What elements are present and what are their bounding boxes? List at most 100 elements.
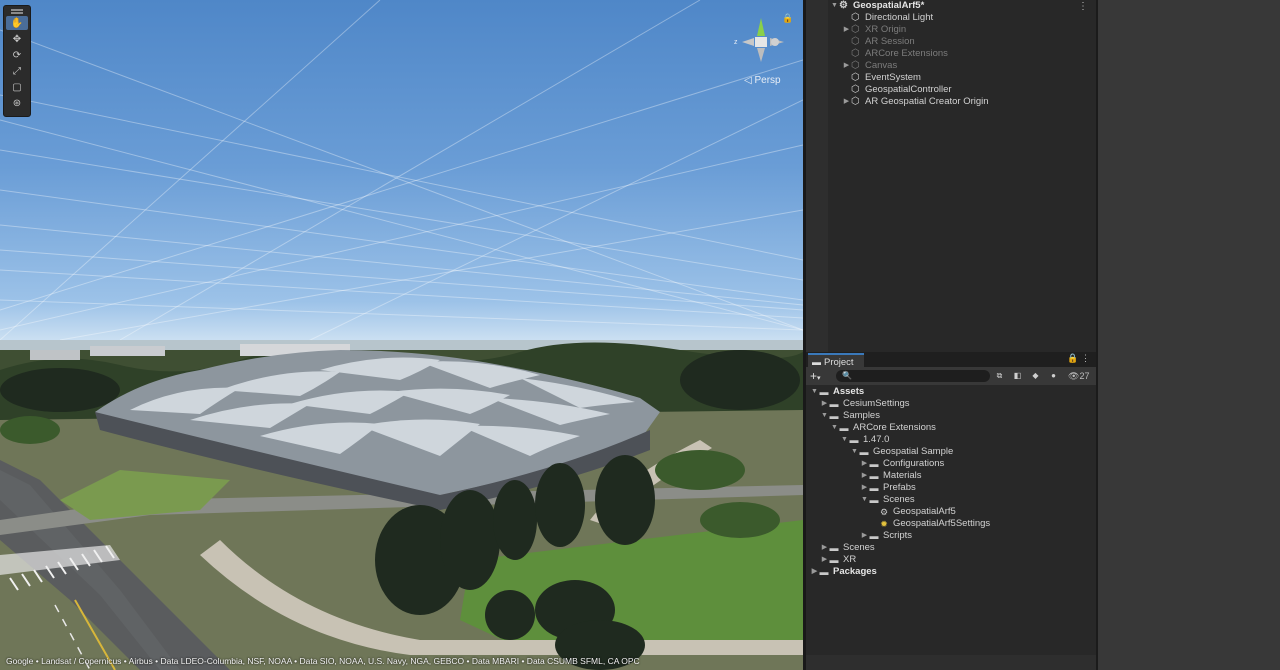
project-item-geospatialarf5-scene[interactable]: ⚙ GeospatialArf5 bbox=[870, 506, 956, 518]
project-item-configurations[interactable]: ▶ ▬ Configurations bbox=[860, 458, 944, 470]
project-item-prefabs[interactable]: ▶ ▬ Prefabs bbox=[860, 482, 916, 494]
transform-tool-button[interactable]: ⊛ bbox=[6, 96, 28, 110]
move-icon: ✥ bbox=[12, 33, 22, 45]
expand-arrow-icon[interactable]: ▶ bbox=[842, 60, 851, 72]
hierarchy-item-directional-light[interactable]: ⬡ Directional Light bbox=[842, 12, 933, 24]
hidden-packages-toggle[interactable]: 👁27 bbox=[1068, 370, 1089, 382]
expand-arrow-icon[interactable]: ▶ bbox=[860, 530, 869, 542]
project-item-packages[interactable]: ▶ ▬ Packages bbox=[810, 566, 877, 578]
expand-arrow-icon[interactable]: ▶ bbox=[860, 470, 869, 482]
lock-icon[interactable]: 🔒 bbox=[1067, 353, 1078, 363]
hierarchy-item-label: EventSystem bbox=[865, 72, 921, 83]
hand-icon: ✋ bbox=[10, 17, 24, 29]
rotate-tool-button[interactable]: ⟳ bbox=[6, 48, 28, 62]
expand-arrow-icon[interactable]: ▶ bbox=[820, 398, 829, 410]
search-icon: 🔍 bbox=[842, 371, 852, 380]
project-item-scripts[interactable]: ▶ ▬ Scripts bbox=[860, 530, 912, 542]
log-icon[interactable]: ● bbox=[1047, 370, 1060, 382]
move-tool-button[interactable]: ✥ bbox=[6, 32, 28, 46]
expand-arrow-icon[interactable]: ▼ bbox=[860, 494, 869, 506]
hierarchy-item-label: XR Origin bbox=[865, 24, 907, 35]
project-item-label: Configurations bbox=[883, 458, 945, 469]
toolbar-grip-handle[interactable] bbox=[4, 6, 30, 14]
hierarchy-item-eventsystem[interactable]: ⬡ EventSystem bbox=[842, 72, 921, 84]
project-item-geospatial-sample[interactable]: ▼ ▬ Geospatial Sample bbox=[850, 446, 953, 458]
projection-label[interactable]: ◁ Persp bbox=[744, 75, 781, 86]
inspector-panel bbox=[1096, 0, 1280, 670]
expand-arrow-icon[interactable]: ▶ bbox=[820, 542, 829, 554]
hierarchy-item-ar-geospatial-creator-origin[interactable]: ▶ ⬡ AR Geospatial Creator Origin bbox=[842, 96, 989, 108]
expand-arrow-icon[interactable]: ▶ bbox=[860, 458, 869, 470]
scene-name: GeospatialArf5* bbox=[853, 0, 925, 11]
hand-tool-button[interactable]: ✋ bbox=[6, 16, 28, 30]
folder-icon: ▬ bbox=[859, 447, 869, 457]
gizmo-z-label: z bbox=[734, 39, 738, 46]
hierarchy-scene-root[interactable]: ▼ ⚙ GeospatialArf5* bbox=[830, 0, 924, 12]
filter-by-type-icon[interactable]: ◧ bbox=[1011, 370, 1024, 382]
scene-view[interactable]: ✋ ✥ ⟳ ⤢ ▢ ⊛ z 🔒 ◁ Persp Google • Landsat… bbox=[0, 0, 803, 670]
hierarchy-panel: ▼ ⚙ GeospatialArf5* ⋮ ⬡ Directional Ligh… bbox=[806, 0, 1096, 352]
project-item-label: ARCore Extensions bbox=[853, 422, 936, 433]
expand-arrow-icon[interactable]: ▶ bbox=[820, 554, 829, 566]
expand-arrow-icon[interactable]: ▶ bbox=[860, 482, 869, 494]
project-item-arcore-extensions[interactable]: ▼ ▬ ARCore Extensions bbox=[830, 422, 936, 434]
project-item-version[interactable]: ▼ ▬ 1.47.0 bbox=[840, 434, 889, 446]
hierarchy-item-label: AR Geospatial Creator Origin bbox=[865, 96, 989, 107]
project-item-label: Assets bbox=[833, 386, 865, 397]
project-item-geospatialarf5settings[interactable]: ✹ GeospatialArf5Settings bbox=[870, 518, 990, 530]
hierarchy-item-label: AR Session bbox=[865, 36, 915, 47]
hierarchy-item-canvas[interactable]: ▶ ⬡ Canvas bbox=[842, 60, 897, 72]
hierarchy-item-ar-session[interactable]: ⬡ AR Session bbox=[842, 36, 915, 48]
expand-arrow-icon[interactable]: ▼ bbox=[850, 446, 859, 458]
search-by-type-icon[interactable]: ⧉ bbox=[993, 370, 1006, 382]
gameobject-cube-icon: ⬡ bbox=[851, 48, 860, 59]
gameobject-cube-icon: ⬡ bbox=[851, 36, 860, 47]
rect-tool-button[interactable]: ▢ bbox=[6, 80, 28, 94]
project-item-materials[interactable]: ▶ ▬ Materials bbox=[860, 470, 922, 482]
hierarchy-item-arcore-extensions[interactable]: ⬡ ARCore Extensions bbox=[842, 48, 948, 60]
project-toolbar: +▾ 🔍 ⧉ ◧ ◆ ● 👁27 bbox=[806, 367, 1096, 385]
folder-icon: ▬ bbox=[869, 459, 879, 469]
project-item-label: Packages bbox=[833, 566, 877, 577]
folder-icon: ▬ bbox=[829, 399, 839, 409]
scale-icon: ⤢ bbox=[13, 65, 21, 77]
gameobject-cube-icon: ⬡ bbox=[851, 84, 860, 95]
expand-arrow-icon[interactable]: ▶ bbox=[842, 96, 851, 108]
scene-viewport-render[interactable] bbox=[0, 0, 803, 670]
tab-menu-icon[interactable]: ⋮ bbox=[1081, 353, 1090, 363]
expand-arrow-icon[interactable]: ▶ bbox=[810, 566, 819, 578]
lock-icon[interactable]: 🔒 bbox=[782, 13, 793, 24]
transform-icon: ⊛ bbox=[12, 97, 22, 109]
hidden-count: 27 bbox=[1079, 371, 1090, 381]
project-search-input[interactable]: 🔍 bbox=[836, 370, 990, 382]
project-item-cesiumsettings[interactable]: ▶ ▬ CesiumSettings bbox=[820, 398, 910, 410]
scale-tool-button[interactable]: ⤢ bbox=[6, 64, 28, 78]
create-asset-button[interactable]: +▾ bbox=[810, 369, 821, 386]
expand-arrow-icon[interactable]: ▼ bbox=[820, 410, 829, 422]
project-item-scenes[interactable]: ▶ ▬ Scenes bbox=[820, 542, 875, 554]
project-tab-bar: ▬ Project 🔒 ⋮ bbox=[806, 352, 1096, 368]
project-item-label: Samples bbox=[843, 410, 880, 421]
hierarchy-menu-icon[interactable]: ⋮ bbox=[1078, 1, 1088, 12]
project-item-label: GeospatialArf5Settings bbox=[893, 518, 991, 529]
hierarchy-item-xr-origin[interactable]: ▶ ⬡ XR Origin bbox=[842, 24, 906, 36]
project-item-xr[interactable]: ▶ ▬ XR bbox=[820, 554, 856, 566]
filter-by-label-icon[interactable]: ◆ bbox=[1029, 370, 1042, 382]
folder-icon: ▬ bbox=[819, 567, 829, 577]
tab-project[interactable]: ▬ Project bbox=[808, 353, 864, 368]
scene-tools-overlay: ✋ ✥ ⟳ ⤢ ▢ ⊛ bbox=[3, 5, 31, 117]
project-item-assets[interactable]: ▼ ▬ Assets bbox=[810, 386, 864, 398]
project-item-label: 1.47.0 bbox=[863, 434, 890, 445]
project-item-samples[interactable]: ▼ ▬ Samples bbox=[820, 410, 880, 422]
expand-arrow-icon[interactable]: ▶ bbox=[842, 24, 851, 36]
gameobject-cube-icon: ⬡ bbox=[851, 12, 860, 23]
project-item-label: Scenes bbox=[843, 542, 875, 553]
hierarchy-item-geospatialcontroller[interactable]: ⬡ GeospatialController bbox=[842, 84, 952, 96]
expand-arrow-icon[interactable]: ▼ bbox=[830, 0, 839, 12]
expand-arrow-icon[interactable]: ▼ bbox=[830, 422, 839, 434]
project-status-bar bbox=[806, 655, 1096, 670]
expand-arrow-icon[interactable]: ▼ bbox=[810, 386, 819, 398]
orientation-gizmo[interactable]: z bbox=[728, 12, 788, 72]
project-item-scenes-sample[interactable]: ▼ ▬ Scenes bbox=[860, 494, 915, 506]
expand-arrow-icon[interactable]: ▼ bbox=[840, 434, 849, 446]
